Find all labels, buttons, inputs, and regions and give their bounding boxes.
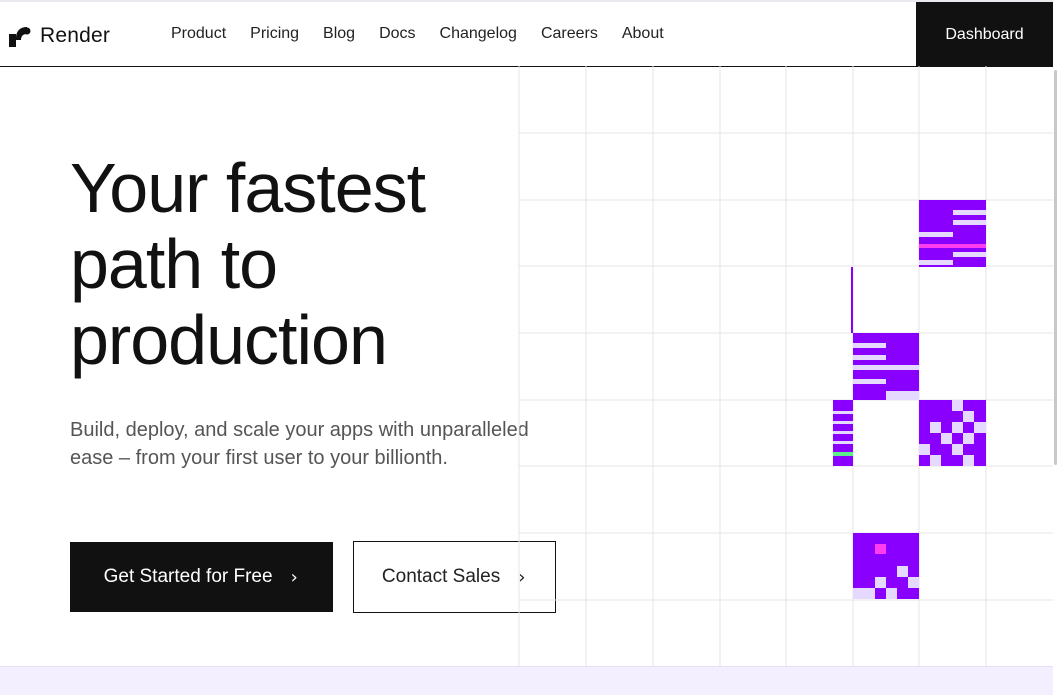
brand-name: Render bbox=[40, 24, 111, 47]
dashboard-button[interactable]: Dashboard bbox=[916, 2, 1053, 67]
pixel-line bbox=[851, 267, 853, 333]
hero-title-line: path to bbox=[70, 225, 278, 303]
hero-subtitle-line: Build, deploy, and scale your apps with … bbox=[70, 419, 529, 441]
pixel-block-2 bbox=[853, 333, 919, 400]
nav-link-changelog[interactable]: Changelog bbox=[440, 25, 517, 43]
nav-link-about[interactable]: About bbox=[622, 25, 664, 43]
next-section-band bbox=[0, 666, 1053, 695]
brand-logo[interactable]: Render bbox=[9, 24, 110, 48]
hero-subtitle-line: ease – from your first user to your bill… bbox=[70, 447, 448, 469]
hero-subtitle: Build, deploy, and scale your apps with … bbox=[70, 416, 540, 472]
pixel-block-1 bbox=[919, 200, 986, 267]
render-logo-icon bbox=[9, 27, 31, 47]
hero-title: Your fastest path to production bbox=[70, 150, 530, 378]
get-started-button[interactable]: Get Started for Free › bbox=[70, 542, 333, 612]
nav-link-product[interactable]: Product bbox=[171, 25, 226, 43]
hero-title-line: Your fastest bbox=[70, 149, 426, 227]
hero-title-line: production bbox=[70, 301, 388, 379]
nav-link-blog[interactable]: Blog bbox=[323, 25, 355, 43]
nav-links: Product Pricing Blog Docs Changelog Care… bbox=[171, 25, 664, 43]
nav-link-careers[interactable]: Careers bbox=[541, 25, 598, 43]
chevron-right-icon: › bbox=[288, 566, 300, 588]
contact-sales-label: Contact Sales bbox=[381, 566, 501, 587]
hero-pixel-grid-illustration bbox=[518, 66, 1053, 666]
nav-link-pricing[interactable]: Pricing bbox=[250, 25, 299, 43]
get-started-label: Get Started for Free bbox=[103, 566, 273, 587]
pixel-block-4 bbox=[919, 400, 986, 466]
top-navigation: Render Product Pricing Blog Docs Changel… bbox=[0, 2, 1053, 67]
pixel-block-5 bbox=[853, 533, 919, 599]
nav-link-docs[interactable]: Docs bbox=[379, 25, 415, 43]
pixel-block-3 bbox=[833, 400, 853, 466]
